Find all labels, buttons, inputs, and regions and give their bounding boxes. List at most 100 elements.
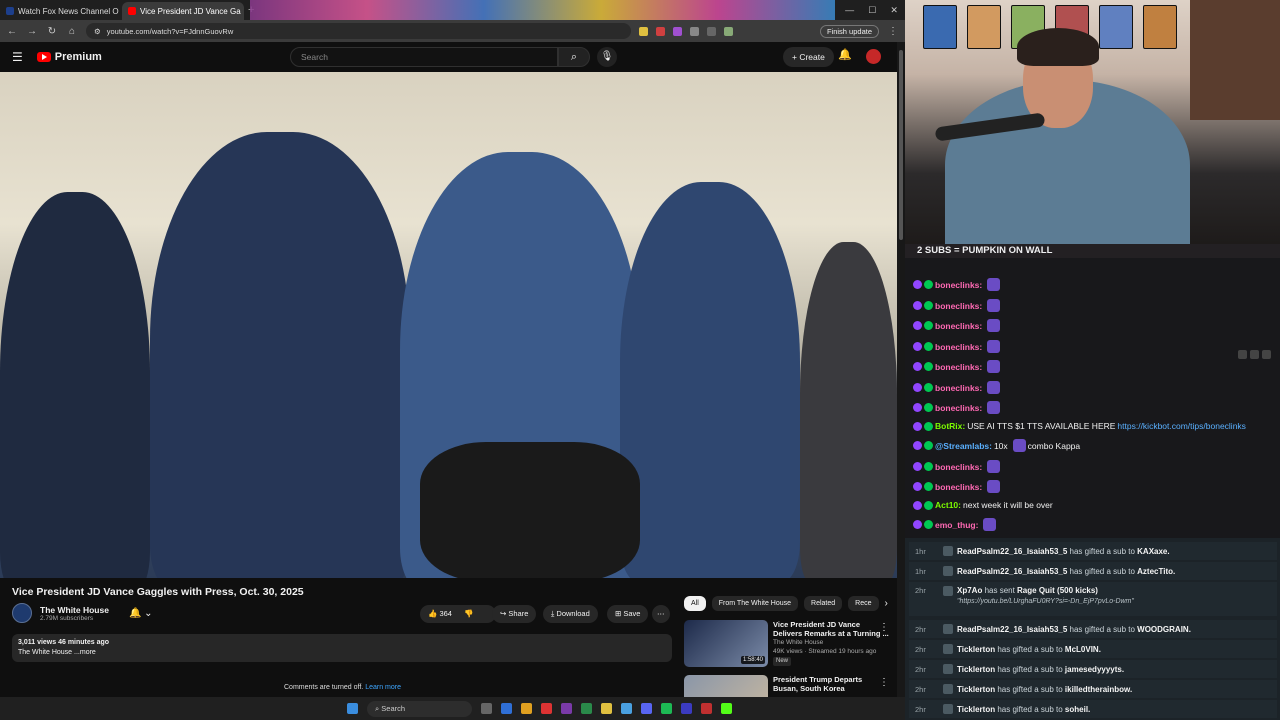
spotify-icon[interactable] bbox=[661, 703, 672, 714]
browser-tab-fox[interactable]: Watch Fox News Channel O× bbox=[0, 2, 122, 20]
chat-username[interactable]: Act10: bbox=[935, 500, 961, 510]
event-user[interactable]: Ticklerton bbox=[957, 645, 995, 654]
dislike-icon[interactable]: 👎 bbox=[464, 609, 473, 618]
task-view-icon[interactable] bbox=[481, 703, 492, 714]
chat-username[interactable]: boneclinks: bbox=[935, 301, 982, 311]
related-title[interactable]: President Trump Departs bbox=[773, 675, 862, 684]
chat-username[interactable]: @Streamlabs: bbox=[935, 441, 992, 451]
more-icon[interactable]: ⋮ bbox=[879, 622, 889, 633]
create-button[interactable]: + Create bbox=[783, 47, 834, 67]
hamburger-menu-icon[interactable]: ☰ bbox=[12, 50, 23, 64]
browser-tab-youtube[interactable]: Vice President JD Vance Ga× bbox=[122, 2, 244, 20]
chat-username[interactable]: boneclinks: bbox=[935, 342, 982, 352]
app-icon[interactable] bbox=[621, 703, 632, 714]
app-icon[interactable] bbox=[541, 703, 552, 714]
reply-icon[interactable] bbox=[1250, 350, 1259, 359]
chip-from-channel[interactable]: From The White House bbox=[711, 596, 799, 611]
event-user[interactable]: Xp7Ao bbox=[957, 586, 982, 595]
download-button[interactable]: ⤓ Download bbox=[543, 605, 598, 623]
discord-icon[interactable] bbox=[641, 703, 652, 714]
like-icon[interactable]: 👍 bbox=[428, 609, 437, 618]
finish-update-button[interactable]: Finish update bbox=[819, 24, 879, 38]
related-video[interactable]: 1:58:40 Vice President JD Vance Delivers… bbox=[684, 620, 889, 667]
chat-username[interactable]: BotRix: bbox=[935, 421, 965, 431]
extension-icon[interactable] bbox=[656, 26, 665, 36]
event-user[interactable]: ReadPsalm22_16_Isaiah53_5 bbox=[957, 547, 1067, 556]
home-icon[interactable]: ⌂ bbox=[66, 26, 78, 37]
event-target[interactable]: ikilledtherainbow. bbox=[1065, 685, 1132, 694]
more-menu-icon[interactable]: ⋮ bbox=[887, 26, 899, 37]
scrollbar-thumb[interactable] bbox=[899, 50, 903, 240]
sidebar-icon[interactable] bbox=[707, 26, 716, 36]
chat-username[interactable]: boneclinks: bbox=[935, 482, 982, 492]
taskbar-search[interactable]: ⌕ Search bbox=[367, 700, 472, 717]
event-user[interactable]: Ticklerton bbox=[957, 705, 995, 714]
chat-username[interactable]: boneclinks: bbox=[935, 403, 982, 413]
voice-search-button[interactable]: 🎙 bbox=[597, 47, 617, 67]
subscribe-bell-icon[interactable]: 🔔 ⌄ bbox=[129, 608, 153, 619]
notifications-bell-icon[interactable]: 🔔 bbox=[838, 48, 852, 61]
event-target[interactable]: McL0VIN. bbox=[1065, 645, 1101, 654]
chat-username[interactable]: boneclinks: bbox=[935, 321, 982, 331]
event-target[interactable]: WOODGRAIN. bbox=[1137, 625, 1191, 634]
chat-link[interactable]: https://kickbot.com/tips/boneclinks bbox=[1117, 421, 1246, 431]
related-title[interactable]: Delivers Remarks at a Turning ... bbox=[773, 629, 889, 638]
learn-more-link[interactable]: Learn more bbox=[365, 684, 401, 691]
app-icon[interactable] bbox=[501, 703, 512, 714]
event-target[interactable]: jamesedyyyyts. bbox=[1065, 665, 1124, 674]
minimize-icon[interactable]: — bbox=[845, 5, 854, 15]
extensions-puzzle-icon[interactable] bbox=[690, 26, 699, 36]
kick-icon[interactable] bbox=[721, 703, 732, 714]
app-icon[interactable] bbox=[561, 703, 572, 714]
event-user[interactable]: Ticklerton bbox=[957, 685, 995, 694]
pin-icon[interactable] bbox=[1238, 350, 1247, 359]
chip-recent[interactable]: Rece bbox=[848, 596, 879, 611]
event-user[interactable]: ReadPsalm22_16_Isaiah53_5 bbox=[957, 567, 1067, 576]
related-title[interactable]: Busan, South Korea bbox=[773, 684, 862, 693]
related-title[interactable]: Vice President JD Vance bbox=[773, 620, 889, 629]
chat-username[interactable]: emo_thug: bbox=[935, 520, 978, 530]
maximize-icon[interactable]: ☐ bbox=[868, 5, 876, 16]
user-avatar[interactable] bbox=[866, 49, 881, 64]
chrome-icon[interactable] bbox=[521, 703, 532, 714]
related-video[interactable]: President Trump Departs Busan, South Kor… bbox=[684, 675, 889, 697]
extension-icon[interactable] bbox=[673, 26, 682, 36]
chip-all[interactable]: All bbox=[684, 596, 706, 611]
more-icon[interactable] bbox=[1262, 350, 1271, 359]
event-user[interactable]: Ticklerton bbox=[957, 665, 995, 674]
forward-icon[interactable]: → bbox=[26, 26, 38, 37]
chip-related[interactable]: Related bbox=[804, 596, 843, 611]
event-target[interactable]: soheil. bbox=[1065, 705, 1090, 714]
app-icon[interactable] bbox=[681, 703, 692, 714]
chat-username[interactable]: boneclinks: bbox=[935, 280, 982, 290]
chat-username[interactable]: boneclinks: bbox=[935, 362, 982, 372]
more-icon[interactable]: ⋮ bbox=[879, 677, 889, 688]
video-thumbnail[interactable] bbox=[684, 675, 768, 697]
event-target[interactable]: KAXaxe. bbox=[1137, 547, 1169, 556]
close-window-icon[interactable]: ✕ bbox=[890, 5, 898, 16]
channel-avatar[interactable] bbox=[12, 603, 32, 623]
event-target[interactable]: Rage Quit (500 kicks) bbox=[1017, 586, 1098, 595]
app-icon[interactable] bbox=[701, 703, 712, 714]
youtube-logo[interactable]: Premium bbox=[36, 51, 102, 63]
more-actions-button[interactable]: ⋯ bbox=[652, 605, 670, 623]
page-scrollbar[interactable] bbox=[897, 42, 905, 697]
search-input[interactable]: Search bbox=[290, 47, 558, 67]
video-player[interactable] bbox=[0, 72, 897, 578]
back-icon[interactable]: ← bbox=[6, 26, 18, 37]
channel-name[interactable]: The White House bbox=[40, 605, 109, 615]
chat-username[interactable]: boneclinks: bbox=[935, 462, 982, 472]
url-field[interactable]: ⚙ youtube.com/watch?v=FJdnnGuovRw bbox=[86, 23, 631, 39]
chat-username[interactable]: boneclinks: bbox=[935, 383, 982, 393]
extension-icon[interactable] bbox=[639, 26, 648, 36]
start-icon[interactable] bbox=[347, 703, 358, 714]
event-user[interactable]: ReadPsalm22_16_Isaiah53_5 bbox=[957, 625, 1067, 634]
site-info-icon[interactable]: ⚙ bbox=[94, 27, 101, 36]
reload-icon[interactable]: ↻ bbox=[46, 26, 58, 37]
event-target[interactable]: AztecTito. bbox=[1137, 567, 1175, 576]
description-box[interactable]: 3,011 views 46 minutes ago The White Hou… bbox=[12, 634, 672, 662]
save-button[interactable]: ⊞ Save bbox=[607, 605, 649, 623]
app-icon[interactable] bbox=[581, 703, 592, 714]
video-thumbnail[interactable]: 1:58:40 bbox=[684, 620, 768, 667]
like-count[interactable]: 364 bbox=[439, 609, 452, 618]
